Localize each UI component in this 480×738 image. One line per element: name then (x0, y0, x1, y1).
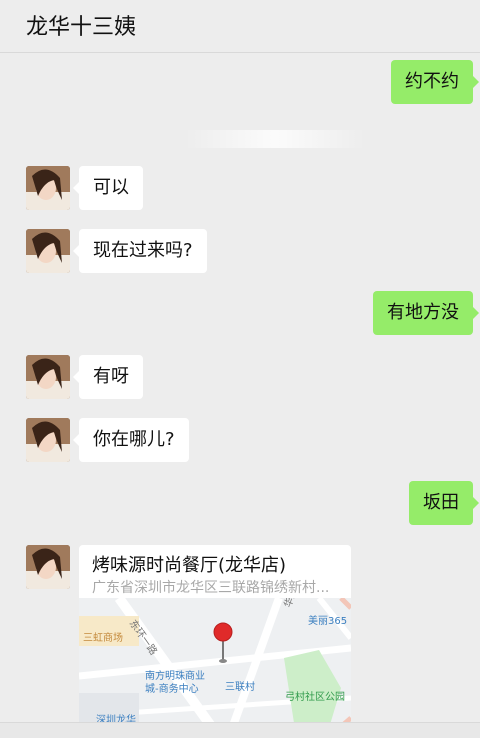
avatar[interactable] (26, 229, 70, 273)
map-label-beauty: 美丽365 (308, 616, 348, 627)
input-bar (0, 722, 480, 738)
location-map[interactable]: 三虹商场 东环一路 华路 美丽365 南方明珠商业城-商务中心 三联村 弓村社区… (79, 598, 351, 737)
incoming-message[interactable]: 你在哪儿? (73, 418, 189, 462)
map-label-sanlian: 三联村 (225, 682, 255, 693)
incoming-message[interactable]: 现在过来吗? (73, 229, 207, 273)
faint-divider (185, 130, 365, 148)
location-name: 烤味源时尚餐厅(龙华店) (92, 555, 287, 576)
map-pin-icon (213, 622, 233, 663)
incoming-message[interactable]: 可以 (73, 166, 143, 210)
incoming-message[interactable]: 有呀 (73, 355, 143, 399)
chat-header: 龙华十三姨 (0, 0, 480, 53)
outgoing-message[interactable]: 有地方没 (373, 291, 479, 335)
map-label-park: 弓村社区公园 (285, 692, 345, 703)
outgoing-message[interactable]: 约不约 (391, 60, 479, 104)
location-address: 广东省深圳市龙华区三联路锦绣新村... (92, 580, 330, 596)
map-label-shop: 三虹商场 (83, 633, 123, 644)
chat-title: 龙华十三姨 (26, 15, 137, 40)
map-label-nanfang: 南方明珠商业城-商务中心 (145, 671, 205, 695)
avatar[interactable] (26, 166, 70, 210)
avatar[interactable] (26, 355, 70, 399)
outgoing-message[interactable]: 坂田 (409, 481, 479, 525)
avatar[interactable] (26, 418, 70, 462)
location-message-card[interactable]: 烤味源时尚餐厅(龙华店) 广东省深圳市龙华区三联路锦绣新村... 三虹商场 东环… (79, 545, 351, 737)
avatar[interactable] (26, 545, 70, 589)
